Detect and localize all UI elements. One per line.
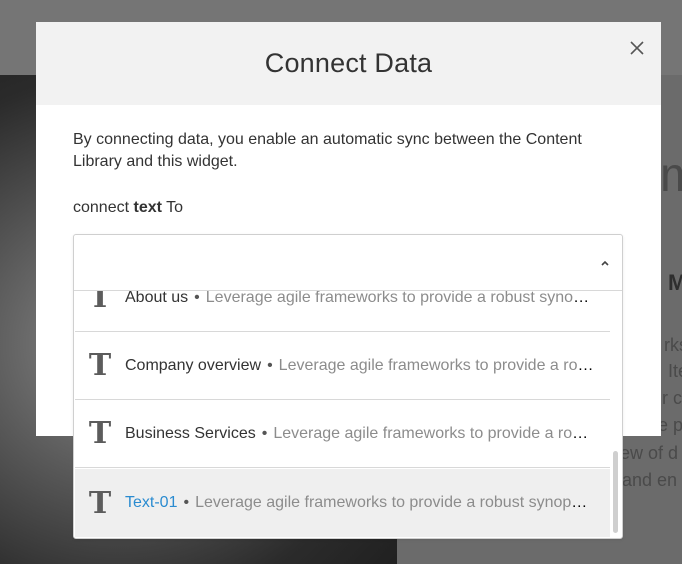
connect-label: connect text To <box>73 199 183 217</box>
background-text-line: rks <box>664 335 682 355</box>
close-icon <box>630 41 644 55</box>
dropdown-option[interactable]: T Company overview • Leverage agile framew… <box>75 332 610 400</box>
option-text: Company overview • Leverage agile framewor… <box>125 357 595 375</box>
option-name: About us <box>125 291 189 306</box>
option-description: Leverage agile frameworks to provide a r… <box>278 356 595 374</box>
background-text-line: Ite <box>668 361 682 381</box>
connect-prefix: connect <box>73 199 130 216</box>
text-type-icon: T <box>88 348 112 383</box>
chevron-up-icon[interactable] <box>599 257 611 269</box>
dropdown-options-list[interactable]: T About us • Leverage agile frameworks to … <box>75 291 610 538</box>
option-description: Leverage agile frameworks to provide a r… <box>195 494 595 511</box>
modal-description: By connecting data, you enable an automa… <box>73 131 582 170</box>
background-text-line: and en <box>622 470 678 490</box>
modal-title: Connect Data <box>264 48 433 78</box>
dropdown-option-selected[interactable]: T Text-01 • Leverage agile frameworks to p… <box>75 469 610 537</box>
option-text: Business Services • Leverage agile framewo… <box>125 425 595 443</box>
dropdown-scrollbar[interactable] <box>613 451 618 533</box>
content-select-dropdown[interactable]: T About us • Leverage agile frameworks to … <box>73 234 623 539</box>
connect-suffix: To <box>166 199 184 216</box>
option-separator: • <box>267 356 273 374</box>
dropdown-option[interactable]: T About us • Leverage agile frameworks to … <box>75 291 610 332</box>
dropdown-option[interactable]: T Business Services • Leverage agile frame… <box>75 400 610 468</box>
option-separator: • <box>261 424 268 442</box>
dropdown-input[interactable] <box>74 235 622 291</box>
option-description: Leverage agile frameworks to provide a r… <box>205 291 595 306</box>
text-type-icon: T <box>88 416 112 451</box>
modal-header: Connect Data <box>36 22 661 105</box>
option-text: About us • Leverage agile frameworks to pr… <box>125 291 595 307</box>
text-type-icon: T <box>88 291 112 315</box>
background-heading-fragment: m <box>660 149 682 202</box>
option-name: Text-01 <box>125 494 178 511</box>
option-name: Business Services <box>125 424 256 442</box>
background-subheading-fragment: M <box>668 270 682 295</box>
text-type-icon: T <box>88 485 112 521</box>
option-separator: • <box>194 291 200 306</box>
option-name: Company overview <box>125 356 262 374</box>
option-description: Leverage agile frameworks to provide a r… <box>273 424 595 442</box>
background-text-line: e pr <box>658 415 682 435</box>
background-text-line: r c <box>662 388 682 408</box>
option-text: Text-01 • Leverage agile frameworks to pro… <box>125 494 595 512</box>
connect-type: text <box>133 199 162 216</box>
background-text-line: ew of d <box>620 443 679 463</box>
option-separator: • <box>183 494 190 511</box>
close-button[interactable] <box>627 38 647 58</box>
